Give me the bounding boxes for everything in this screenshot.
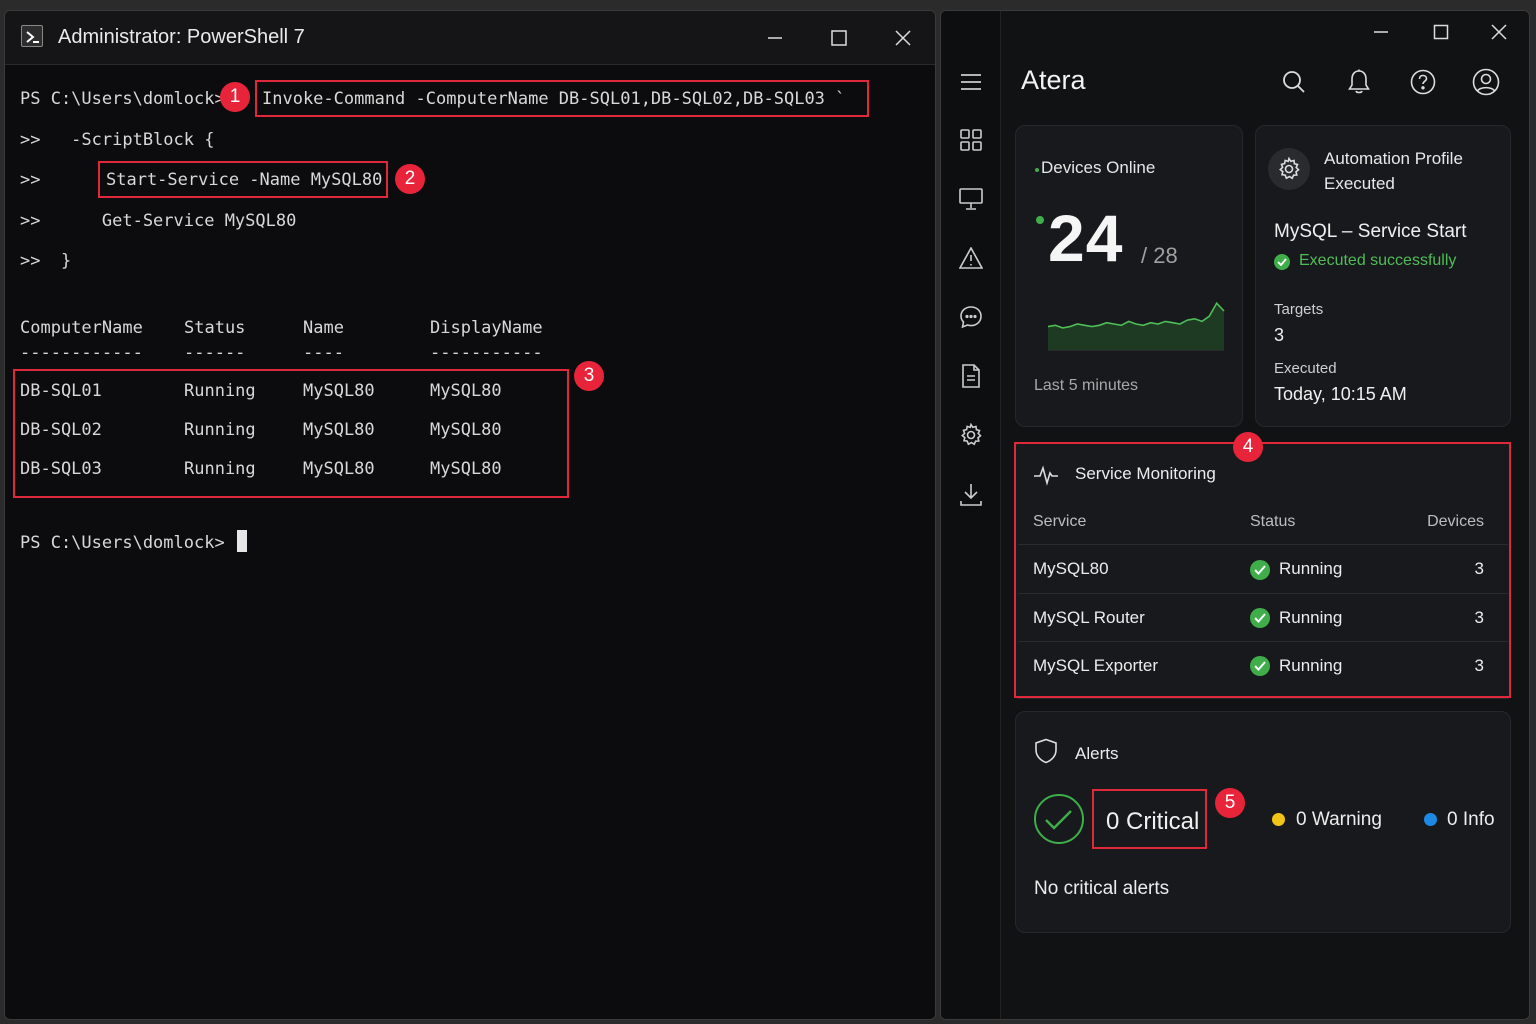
document-icon[interactable] bbox=[957, 362, 985, 390]
highlight-critical-count bbox=[1092, 789, 1207, 849]
info-dot bbox=[1424, 813, 1437, 826]
annotation-badge-2: 2 bbox=[395, 164, 425, 194]
header-computername: ComputerName bbox=[20, 318, 143, 338]
maximize-button[interactable] bbox=[807, 11, 871, 65]
scriptblock-line: >> -ScriptBlock { bbox=[20, 130, 215, 150]
minimize-icon bbox=[768, 37, 782, 39]
maximize-button[interactable] bbox=[1409, 11, 1473, 57]
close-button[interactable] bbox=[871, 11, 935, 65]
close-icon bbox=[895, 30, 911, 46]
automation-title-line2: Executed bbox=[1324, 174, 1395, 193]
header-underline: ----------- bbox=[430, 343, 543, 363]
annotation-badge-4: 4 bbox=[1233, 432, 1263, 462]
minimize-icon bbox=[1374, 31, 1388, 33]
sparkline-area bbox=[1048, 303, 1224, 350]
minimize-button[interactable] bbox=[743, 11, 807, 65]
devices-online-label: Devices Online bbox=[1041, 158, 1156, 177]
info-count[interactable]: 0 Info bbox=[1447, 809, 1495, 831]
user-avatar-icon[interactable] bbox=[1471, 67, 1501, 97]
shield-icon bbox=[1034, 738, 1058, 769]
alert-icon[interactable] bbox=[957, 244, 985, 272]
executed-value: Today, 10:15 AM bbox=[1274, 384, 1407, 404]
all-clear-check-icon bbox=[1034, 794, 1084, 844]
profile-name: MySQL – Service Start bbox=[1274, 221, 1467, 242]
download-icon[interactable] bbox=[957, 481, 985, 509]
prompt: PS C:\Users\domlock> bbox=[20, 533, 225, 553]
header-underline: ------------ bbox=[20, 343, 143, 363]
continuation-prompt: >> bbox=[20, 170, 41, 190]
annotation-badge-1: 1 bbox=[220, 82, 250, 112]
header-underline: ------ bbox=[184, 343, 246, 363]
execution-status: Executed successfully bbox=[1299, 252, 1457, 269]
powershell-icon bbox=[21, 25, 43, 47]
chat-icon[interactable] bbox=[957, 303, 985, 331]
highlight-results-table bbox=[13, 369, 569, 498]
window-title: Administrator: PowerShell 7 bbox=[58, 26, 305, 48]
highlight-invoke-command bbox=[255, 80, 869, 117]
devices-icon[interactable] bbox=[957, 185, 985, 213]
highlight-service-monitoring bbox=[1014, 442, 1511, 698]
final-prompt[interactable]: PS C:\Users\domlock> bbox=[20, 530, 247, 553]
terminal-output[interactable]: PS C:\Users\domlock> Invoke-Command -Com… bbox=[5, 65, 935, 1019]
close-icon bbox=[1491, 24, 1507, 40]
get-service-line: >> Get-Service MySQL80 bbox=[20, 211, 297, 231]
devices-online-count: 24 bbox=[1048, 201, 1124, 275]
annotation-badge-5: 5 bbox=[1215, 788, 1245, 818]
targets-label: Targets bbox=[1274, 301, 1324, 318]
header-displayname: DisplayName bbox=[430, 318, 543, 338]
close-button[interactable] bbox=[1467, 11, 1529, 57]
highlight-start-service bbox=[98, 161, 388, 198]
closing-brace-line: >> } bbox=[20, 251, 72, 271]
header-name: Name bbox=[303, 318, 344, 338]
alerts-title: Alerts bbox=[1075, 744, 1119, 763]
annotation-badge-3: 3 bbox=[574, 361, 604, 391]
online-status-dot bbox=[1036, 216, 1044, 224]
automation-title: Automation Profile bbox=[1324, 149, 1463, 168]
side-navigation bbox=[941, 11, 1001, 1019]
help-icon[interactable] bbox=[1408, 67, 1438, 97]
app-title: Atera bbox=[1021, 65, 1086, 95]
header-status: Status bbox=[184, 318, 246, 338]
time-range-caption: Last 5 minutes bbox=[1034, 377, 1139, 394]
menu-icon[interactable] bbox=[957, 68, 985, 96]
targets-value: 3 bbox=[1274, 325, 1285, 345]
alerts-card[interactable]: Alerts 0 Critical 0 Warning 0 Info No cr… bbox=[1015, 711, 1511, 933]
online-dot bbox=[1035, 168, 1039, 172]
alerts-message: No critical alerts bbox=[1034, 878, 1170, 899]
warning-count[interactable]: 0 Warning bbox=[1296, 809, 1382, 831]
maximize-icon bbox=[831, 30, 847, 46]
success-check-icon bbox=[1274, 254, 1290, 270]
automation-profile-card[interactable]: Automation Profile Executed MySQL – Serv… bbox=[1255, 125, 1511, 427]
devices-online-card[interactable]: Devices Online 24 / 28 Last 5 minutes bbox=[1015, 125, 1243, 427]
devices-total: / 28 bbox=[1141, 243, 1178, 268]
search-icon[interactable] bbox=[1279, 67, 1309, 97]
minimize-button[interactable] bbox=[1349, 11, 1413, 57]
title-bar[interactable]: Administrator: PowerShell 7 bbox=[5, 11, 935, 65]
executed-label: Executed bbox=[1274, 360, 1337, 377]
bell-icon[interactable] bbox=[1344, 67, 1374, 97]
maximize-icon bbox=[1433, 24, 1449, 40]
devices-sparkline bbox=[1047, 301, 1225, 351]
dashboard-icon[interactable] bbox=[957, 126, 985, 154]
settings-icon[interactable] bbox=[957, 421, 985, 449]
warning-dot bbox=[1272, 813, 1285, 826]
text-cursor bbox=[236, 530, 247, 552]
header-underline: ---- bbox=[303, 343, 344, 363]
gear-icon bbox=[1268, 148, 1310, 190]
prompt: PS C:\Users\domlock> bbox=[20, 89, 225, 109]
